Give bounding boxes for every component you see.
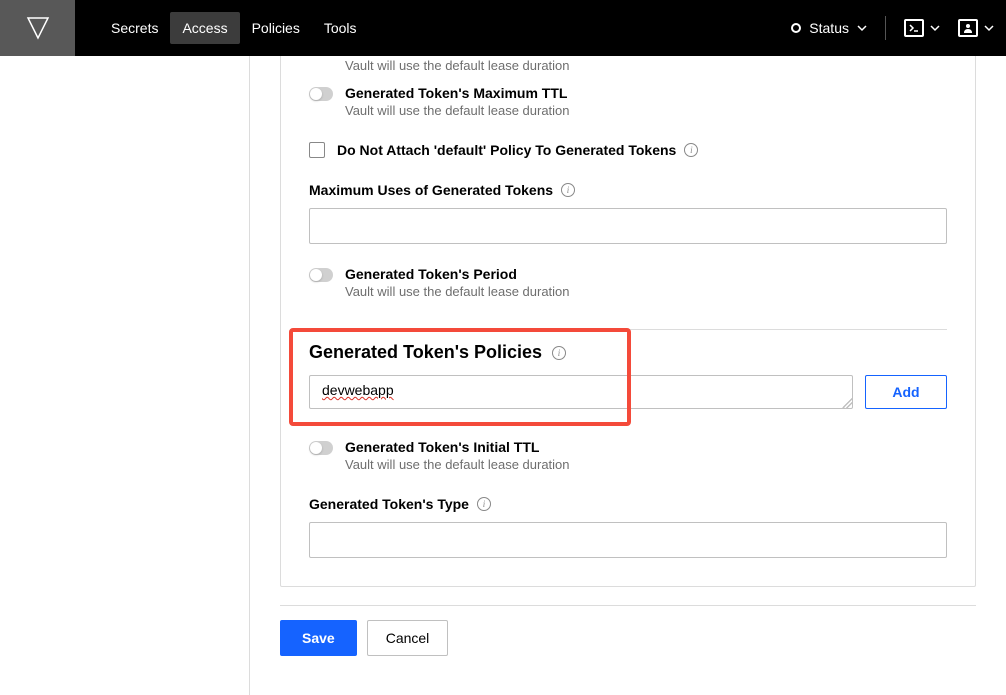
policies-section: Generated Token's Policies i devwebapp A… [309,342,947,409]
info-icon[interactable]: i [561,183,575,197]
policies-input-row: devwebapp Add [309,375,947,409]
chevron-down-icon [930,23,940,33]
period-label: Generated Token's Period [345,266,947,282]
user-dropdown[interactable] [958,19,994,37]
nav-secrets[interactable]: Secrets [99,12,170,44]
token-type-input[interactable] [309,522,947,558]
form-actions: Save Cancel [280,605,976,656]
sidebar [0,56,250,695]
status-label: Status [809,20,849,36]
terminal-icon [904,19,924,37]
chevron-down-icon [984,23,994,33]
max-ttl-toggle[interactable] [309,87,333,101]
main: Vault will use the default lease duratio… [0,56,1006,695]
partial-toggle-sub: Vault will use the default lease duratio… [345,58,947,73]
policies-header-row: Generated Token's Policies i [309,342,947,363]
content: Vault will use the default lease duratio… [250,56,1006,695]
nav-policies[interactable]: Policies [240,12,312,44]
max-uses-label: Maximum Uses of Generated Tokens [309,182,553,198]
chevron-down-icon [857,23,867,33]
nav-tools[interactable]: Tools [312,12,369,44]
add-policy-button[interactable]: Add [865,375,947,409]
max-uses-input[interactable] [309,208,947,244]
nodefault-row: Do Not Attach 'default' Policy To Genera… [309,130,947,170]
policies-header: Generated Token's Policies [309,342,542,363]
main-nav: Secrets Access Policies Tools [99,12,369,44]
initial-ttl-row: Generated Token's Initial TTL Vault will… [309,427,947,484]
nav-access[interactable]: Access [170,12,239,44]
max-uses-label-row: Maximum Uses of Generated Tokens i [309,182,947,198]
policies-input[interactable]: devwebapp [309,375,853,409]
max-ttl-label: Generated Token's Maximum TTL [345,85,947,101]
top-header: Secrets Access Policies Tools Status [0,0,1006,56]
initial-ttl-toggle[interactable] [309,441,333,455]
form-card: Vault will use the default lease duratio… [280,56,976,587]
divider [309,329,947,330]
period-row: Generated Token's Period Vault will use … [309,254,947,311]
console-dropdown[interactable] [904,19,940,37]
status-indicator-icon [791,23,801,33]
user-icon [958,19,978,37]
token-type-label: Generated Token's Type [309,496,469,512]
max-ttl-row: Generated Token's Maximum TTL Vault will… [309,73,947,130]
save-button[interactable]: Save [280,620,357,656]
partial-toggle-row: Vault will use the default lease duratio… [309,56,947,73]
info-icon[interactable]: i [684,143,698,157]
info-icon[interactable]: i [552,346,566,360]
status-dropdown[interactable]: Status [791,20,867,36]
info-icon[interactable]: i [477,497,491,511]
initial-ttl-label: Generated Token's Initial TTL [345,439,947,455]
period-toggle[interactable] [309,268,333,282]
initial-ttl-sub: Vault will use the default lease duratio… [345,457,947,472]
vault-logo[interactable] [0,0,75,56]
period-sub: Vault will use the default lease duratio… [345,284,947,299]
token-type-label-row: Generated Token's Type i [309,496,947,512]
header-divider [885,16,886,40]
nodefault-checkbox[interactable] [309,142,325,158]
max-ttl-sub: Vault will use the default lease duratio… [345,103,947,118]
vault-triangle-icon [26,16,50,40]
nodefault-label: Do Not Attach 'default' Policy To Genera… [337,142,676,158]
header-right: Status [791,16,994,40]
cancel-button[interactable]: Cancel [367,620,449,656]
